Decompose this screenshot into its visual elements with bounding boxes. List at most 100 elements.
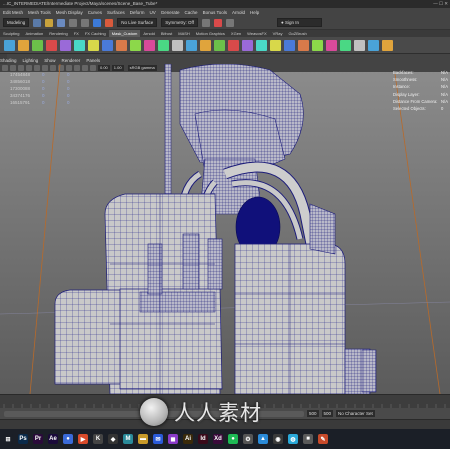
chrome-icon[interactable]: ●: [63, 434, 73, 444]
window-controls[interactable]: — ☐ ✕: [433, 0, 448, 8]
character-set-dropdown[interactable]: No Character Set: [336, 410, 375, 417]
shelf-tool-icon[interactable]: [18, 39, 29, 51]
3d-viewport[interactable]: 0.00 1.00 sRGB gamma: [0, 64, 450, 394]
cube-icon[interactable]: ◼: [168, 434, 178, 444]
shelf-tool-icon[interactable]: [354, 39, 365, 51]
tab-weavosfx[interactable]: WeavosFX: [244, 30, 270, 37]
start-icon[interactable]: ⊞: [3, 434, 13, 444]
xd-icon[interactable]: Xd: [213, 434, 223, 444]
tab-gozbrush[interactable]: GoZBrush: [285, 30, 309, 37]
k-app-icon[interactable]: K: [93, 434, 103, 444]
render-icon[interactable]: [201, 18, 210, 27]
menu-bonus-tools[interactable]: Bonus Tools: [203, 10, 227, 15]
undo-icon[interactable]: [69, 18, 78, 27]
open-scene-icon[interactable]: [45, 18, 54, 27]
tab-sculpting[interactable]: Sculpting: [0, 30, 22, 37]
shelf-tool-icon[interactable]: [88, 39, 99, 51]
menu-mesh-tools[interactable]: Mesh Tools: [28, 10, 51, 15]
tab-arnold[interactable]: Arnold: [140, 30, 158, 37]
menu-cache[interactable]: Cache: [185, 10, 198, 15]
app1-icon[interactable]: ▲: [258, 434, 268, 444]
shelf-tool-icon[interactable]: [298, 39, 309, 51]
menu-surfaces[interactable]: Surfaces: [107, 10, 125, 15]
shelf-tool-icon[interactable]: [4, 39, 15, 51]
media-icon[interactable]: ▶: [78, 434, 88, 444]
shelf-tool-icon[interactable]: [228, 39, 239, 51]
id-icon[interactable]: Id: [198, 434, 208, 444]
shelf-tool-icon[interactable]: [312, 39, 323, 51]
folder-icon[interactable]: ▬: [138, 434, 148, 444]
shelf-tool-icon[interactable]: [186, 39, 197, 51]
menu-curves[interactable]: Curves: [88, 10, 102, 15]
save-scene-icon[interactable]: [57, 18, 66, 27]
tab-bifrost[interactable]: Bifrost: [158, 30, 175, 37]
shelf-tool-icon[interactable]: [102, 39, 113, 51]
shelf-tool-icon[interactable]: [284, 39, 295, 51]
app5-icon[interactable]: ✎: [318, 434, 328, 444]
sign-in-button[interactable]: ● Sign In: [277, 18, 322, 27]
shelf-tool-icon[interactable]: [60, 39, 71, 51]
shelf-tool-icon[interactable]: [158, 39, 169, 51]
snap-icon[interactable]: [105, 18, 114, 27]
after-effects-icon[interactable]: Ae: [48, 434, 58, 444]
symmetry-dropdown[interactable]: Symmetry: Off: [161, 18, 198, 27]
app3-icon[interactable]: ◍: [288, 434, 298, 444]
shelf-tool-icon[interactable]: [32, 39, 43, 51]
window-title: ...IC_INTERMEDIATE/Intermediate Project/…: [3, 1, 158, 6]
menu-edit-mesh[interactable]: Edit Mesh: [3, 10, 23, 15]
tab-rendering[interactable]: Rendering: [46, 30, 70, 37]
menu-lighting[interactable]: Lighting: [23, 57, 39, 64]
hud-count: 17300088: [10, 86, 31, 91]
shelf-tool-icon[interactable]: [214, 39, 225, 51]
app4-icon[interactable]: ■: [303, 434, 313, 444]
mode-dropdown[interactable]: Modeling: [3, 18, 30, 27]
shelf-tool-icon[interactable]: [368, 39, 379, 51]
menu-generate[interactable]: Generate: [161, 10, 180, 15]
select-icon[interactable]: [93, 18, 102, 27]
new-scene-icon[interactable]: [33, 18, 42, 27]
shelf-tool-icon[interactable]: [46, 39, 57, 51]
tab-xgen[interactable]: XGen: [228, 30, 244, 37]
menu-renderer[interactable]: Renderer: [62, 57, 81, 64]
shelf-tool-icon[interactable]: [116, 39, 127, 51]
shelf-tool-icon[interactable]: [74, 39, 85, 51]
live-surface-dropdown[interactable]: No Live Surface: [117, 18, 158, 27]
tab-mask-custom[interactable]: Mask_Custom: [108, 30, 141, 37]
illustrator-icon[interactable]: Ai: [183, 434, 193, 444]
app2-icon[interactable]: ◉: [273, 434, 283, 444]
maya-icon[interactable]: M: [123, 434, 133, 444]
tab-motion-graphics[interactable]: Motion Graphics: [193, 30, 228, 37]
menu-panels[interactable]: Panels: [86, 57, 100, 64]
shelf-tool-icon[interactable]: [172, 39, 183, 51]
menu-uv[interactable]: UV: [150, 10, 156, 15]
ipr-icon[interactable]: [225, 18, 234, 27]
tab-vray[interactable]: VRay: [270, 30, 286, 37]
menu-show[interactable]: Show: [44, 57, 55, 64]
tab-fx-caching[interactable]: FX Caching: [82, 30, 109, 37]
shelf-tool-icon[interactable]: [256, 39, 267, 51]
unity-icon[interactable]: ◆: [108, 434, 118, 444]
shelf-tool-icon[interactable]: [340, 39, 351, 51]
mail-icon[interactable]: ✉: [153, 434, 163, 444]
tab-animation[interactable]: Animation: [22, 30, 46, 37]
menu-help[interactable]: Help: [250, 10, 259, 15]
settings-icon[interactable]: ⚙: [243, 434, 253, 444]
menu-deform[interactable]: Deform: [130, 10, 145, 15]
shelf-tool-icon[interactable]: [242, 39, 253, 51]
premiere-icon[interactable]: Pr: [33, 434, 43, 444]
redo-icon[interactable]: [81, 18, 90, 27]
shelf-tool-icon[interactable]: [270, 39, 281, 51]
shelf-tool-icon[interactable]: [326, 39, 337, 51]
shelf-tool-icon[interactable]: [144, 39, 155, 51]
shelf-tool-icon[interactable]: [200, 39, 211, 51]
menu-shading[interactable]: Shading: [0, 57, 17, 64]
menu-arnold[interactable]: Arnold: [232, 10, 245, 15]
tab-fx[interactable]: FX: [71, 30, 82, 37]
spotify-icon[interactable]: ●: [228, 434, 238, 444]
render-view-icon[interactable]: [213, 18, 222, 27]
shelf-tool-icon[interactable]: [382, 39, 393, 51]
tab-mash[interactable]: MASH: [175, 30, 193, 37]
photoshop-icon[interactable]: Ps: [18, 434, 28, 444]
menu-mesh-display[interactable]: Mesh Display: [56, 10, 83, 15]
shelf-tool-icon[interactable]: [130, 39, 141, 51]
